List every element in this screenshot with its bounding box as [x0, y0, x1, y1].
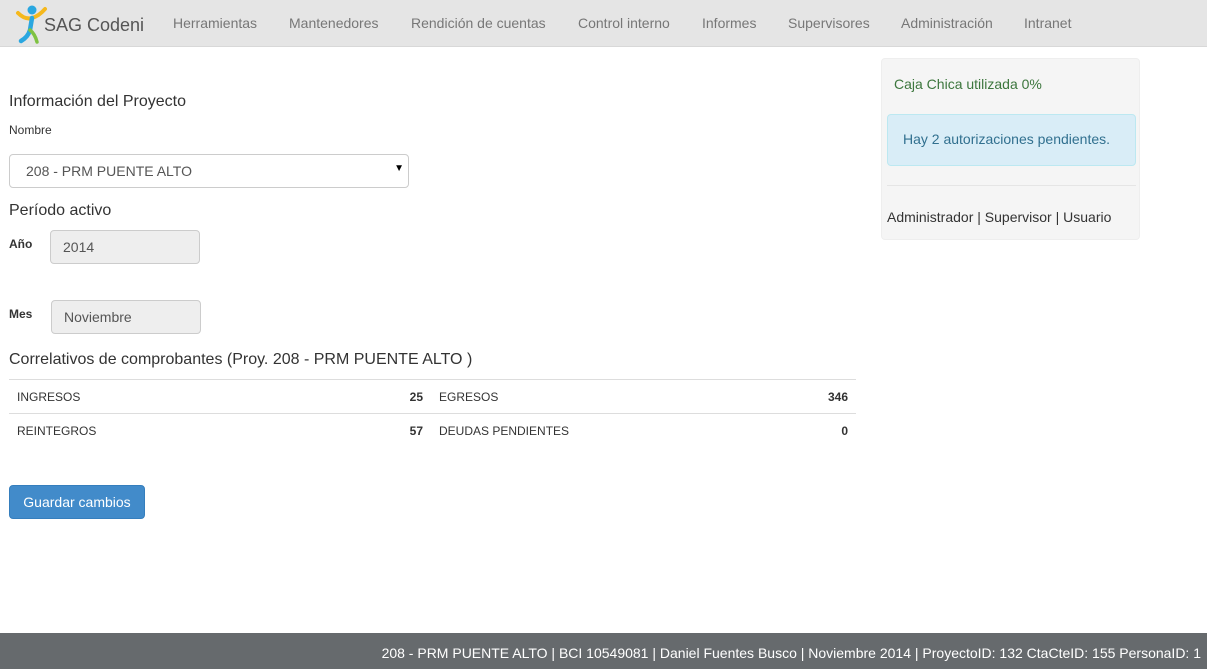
nav-item-mantenedores[interactable]: Mantenedores	[289, 15, 379, 31]
alert-text: Hay 2 autorizaciones pendientes.	[903, 131, 1111, 147]
nav-item-administracion[interactable]: Administración	[901, 15, 993, 31]
sidebar-panel: Caja Chica utilizada 0% Hay 2 autorizaci…	[881, 58, 1140, 240]
correlatives-title: Correlativos de comprobantes (Proy. 208 …	[9, 351, 473, 368]
caret-down-icon: ▼	[394, 163, 404, 174]
divider	[887, 185, 1136, 186]
brand[interactable]: SAG Codeni	[15, 0, 144, 47]
month-field: Noviembre	[51, 300, 201, 334]
cell-value: 25	[409, 390, 423, 404]
footer-bar: 208 - PRM PUENTE ALTO | BCI 10549081 | D…	[0, 633, 1207, 669]
brand-name: SAG Codeni	[44, 15, 145, 35]
pending-authorizations-alert[interactable]: Hay 2 autorizaciones pendientes.	[887, 114, 1136, 166]
table-row: REINTEGROS 57 DEUDAS PENDIENTES 0	[9, 413, 856, 447]
cell-label: INGRESOS	[17, 390, 81, 404]
top-navbar: SAG Codeni Herramientas Mantenedores Ren…	[0, 0, 1207, 47]
person-figure-logo-icon	[15, 4, 47, 44]
nav-item-rendicion-de-cuentas[interactable]: Rendición de cuentas	[411, 15, 546, 31]
separator: |	[1051, 209, 1064, 225]
table-row: INGRESOS 25 EGRESOS 346	[9, 379, 856, 413]
caja-chica-status: Caja Chica utilizada 0%	[894, 76, 1042, 92]
project-section-title: Información del Proyecto	[9, 93, 186, 110]
correlatives-table: INGRESOS 25 EGRESOS 346 REINTEGROS 57 DE…	[9, 379, 856, 447]
role-links: Administrador | Supervisor | Usuario	[887, 209, 1111, 225]
year-label: Año	[9, 237, 33, 251]
cell-label: REINTEGROS	[17, 424, 97, 438]
project-select-value: 208 - PRM PUENTE ALTO	[26, 163, 192, 179]
cell-value: 346	[827, 390, 848, 404]
nav-item-control-interno[interactable]: Control interno	[578, 15, 670, 31]
cell-label: EGRESOS	[439, 390, 499, 404]
separator: |	[973, 209, 985, 225]
cell-label: DEUDAS PENDIENTES	[439, 424, 570, 438]
nav-item-herramientas[interactable]: Herramientas	[173, 15, 257, 31]
cell-value: 0	[841, 424, 848, 438]
nav-item-supervisores[interactable]: Supervisores	[788, 15, 870, 31]
year-field: 2014	[50, 230, 200, 264]
cell-value: 57	[409, 424, 423, 438]
period-section-title: Período activo	[9, 202, 112, 219]
save-button[interactable]: Guardar cambios	[9, 485, 145, 519]
nav-item-informes[interactable]: Informes	[702, 15, 756, 31]
month-label: Mes	[9, 307, 33, 321]
project-select[interactable]: 208 - PRM PUENTE ALTO ▼	[9, 154, 409, 188]
project-name-label: Nombre	[9, 123, 52, 137]
role-link-usuario[interactable]: Usuario	[1063, 209, 1111, 225]
role-link-administrador[interactable]: Administrador	[887, 209, 973, 225]
footer-info: 208 - PRM PUENTE ALTO | BCI 10549081 | D…	[381, 645, 1201, 661]
nav-item-intranet[interactable]: Intranet	[1024, 15, 1071, 31]
role-link-supervisor[interactable]: Supervisor	[985, 209, 1052, 225]
